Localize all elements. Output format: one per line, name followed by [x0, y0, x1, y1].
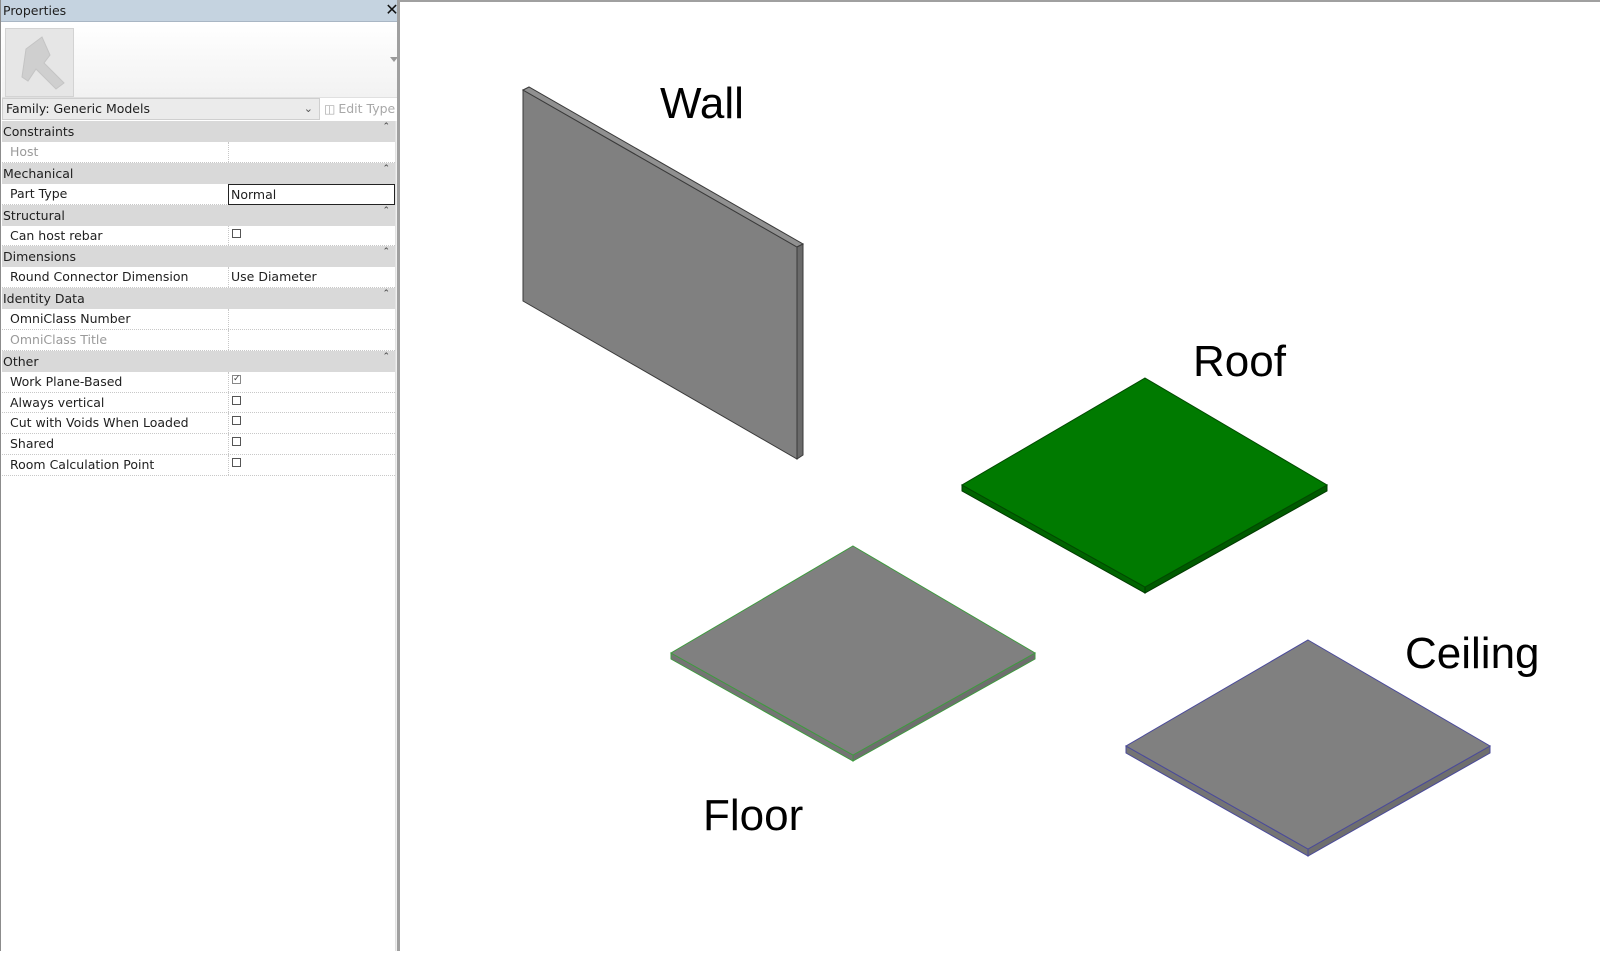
property-row: Host: [2, 142, 395, 163]
property-row: OmniClass Number: [2, 309, 395, 330]
collapse-icon[interactable]: ⌃: [382, 347, 390, 368]
wall-face: [522, 89, 798, 460]
property-name: Can host rebar: [10, 227, 103, 243]
property-name: Shared: [10, 436, 55, 452]
edit-type-label: Edit Type: [338, 101, 396, 116]
ceiling-label: Ceiling: [1405, 629, 1540, 678]
roof-object[interactable]: Roof: [960, 337, 1329, 594]
group-header-structural[interactable]: Structural ⌃: [2, 204, 395, 226]
wall-side-edge: [796, 243, 804, 460]
property-row: Round Connector Dimension Use Diameter: [2, 267, 395, 289]
property-row: Work Plane-Based ✓: [2, 371, 395, 393]
roof-label: Roof: [1193, 337, 1287, 386]
property-row: OmniClass Title: [2, 329, 395, 351]
property-name: Host: [10, 144, 39, 159]
property-name: Room Calculation Point: [10, 456, 155, 472]
floor-top: [669, 545, 1037, 756]
3d-viewport[interactable]: Wall Roof Floor Ceiling: [400, 0, 1600, 951]
ceiling-object[interactable]: Ceiling: [1124, 629, 1540, 857]
property-row: Part Type Normal: [2, 183, 395, 205]
property-row: Cut with Voids When Loaded: [2, 413, 395, 435]
group-header-identity-data[interactable]: Identity Data ⌃: [2, 288, 395, 310]
property-row: Room Calculation Point: [2, 454, 395, 476]
edit-type-button[interactable]: ◫ Edit Type: [324, 99, 395, 119]
collapse-icon[interactable]: ⌃: [382, 159, 390, 180]
edit-type-icon: ◫: [324, 102, 336, 116]
property-name: OmniClass Title: [10, 331, 108, 347]
family-selector[interactable]: Family: Generic Models ⌄: [2, 98, 320, 120]
collapse-icon[interactable]: ⌃: [382, 201, 390, 222]
property-value[interactable]: [228, 413, 395, 434]
chevron-down-icon: ⌄: [303, 102, 313, 115]
properties-header: Properties ✕: [1, 0, 406, 22]
group-header-constraints[interactable]: Constraints ⌃: [2, 121, 395, 142]
checkbox[interactable]: [232, 457, 241, 467]
collapse-icon[interactable]: ⌃: [382, 242, 390, 263]
group-label: Structural: [3, 207, 65, 223]
property-name: Cut with Voids When Loaded: [10, 415, 189, 431]
checkbox[interactable]: [232, 228, 241, 238]
family-row: Family: Generic Models ⌄ ◫ Edit Type: [2, 98, 404, 121]
group-header-dimensions[interactable]: Dimensions ⌃: [2, 246, 395, 268]
group-label: Mechanical: [3, 165, 74, 181]
wall-label: Wall: [660, 79, 744, 128]
property-name: Always vertical: [10, 394, 105, 410]
checkbox[interactable]: [232, 395, 241, 405]
family-selector-label: Family: Generic Models: [6, 101, 150, 116]
property-value[interactable]: Use Diameter: [228, 267, 395, 288]
panel-title: Properties: [3, 3, 67, 18]
property-value[interactable]: [228, 309, 395, 329]
properties-grid: Constraints ⌃ Host Mechanical ⌃ Part Type Norm…: [2, 121, 395, 476]
group-header-mechanical[interactable]: Mechanical ⌃: [2, 162, 395, 184]
group-label: Other: [3, 353, 39, 369]
property-name: OmniClass Number: [10, 311, 131, 327]
properties-panel: Properties ✕ Family: Generic Models ⌄ ◫ E…: [0, 0, 407, 951]
property-value[interactable]: [228, 434, 395, 454]
property-name: Part Type: [10, 185, 68, 201]
property-value[interactable]: Normal: [228, 183, 395, 205]
property-value[interactable]: ✓: [228, 371, 395, 392]
wall-object[interactable]: Wall: [521, 79, 805, 460]
property-row: Can host rebar: [2, 225, 395, 247]
checkbox[interactable]: [232, 416, 241, 426]
property-name: Work Plane-Based: [10, 373, 123, 389]
collapse-icon[interactable]: ⌃: [382, 284, 390, 305]
checkbox-checked[interactable]: ✓: [232, 374, 241, 384]
revit-family-icon: [5, 28, 74, 97]
group-label: Constraints: [3, 124, 75, 139]
group-label: Dimensions: [3, 249, 76, 265]
property-name: Round Connector Dimension: [10, 269, 189, 285]
group-label: Identity Data: [3, 291, 85, 307]
checkbox[interactable]: [232, 437, 241, 447]
property-value[interactable]: [228, 225, 395, 246]
property-value[interactable]: [228, 142, 395, 162]
property-value[interactable]: [228, 392, 395, 413]
property-value[interactable]: [228, 329, 395, 350]
floor-object[interactable]: Floor: [669, 545, 1037, 840]
type-selector[interactable]: [2, 24, 404, 98]
group-header-other[interactable]: Other ⌃: [2, 350, 395, 372]
property-row: Always vertical: [2, 392, 395, 414]
property-value[interactable]: [228, 454, 395, 475]
scene-canvas[interactable]: Wall Roof Floor Ceiling: [400, 2, 1600, 953]
collapse-icon[interactable]: ⌃: [382, 117, 390, 138]
property-row: Shared: [2, 434, 395, 455]
roof-top: [960, 377, 1329, 588]
floor-label: Floor: [703, 791, 803, 840]
